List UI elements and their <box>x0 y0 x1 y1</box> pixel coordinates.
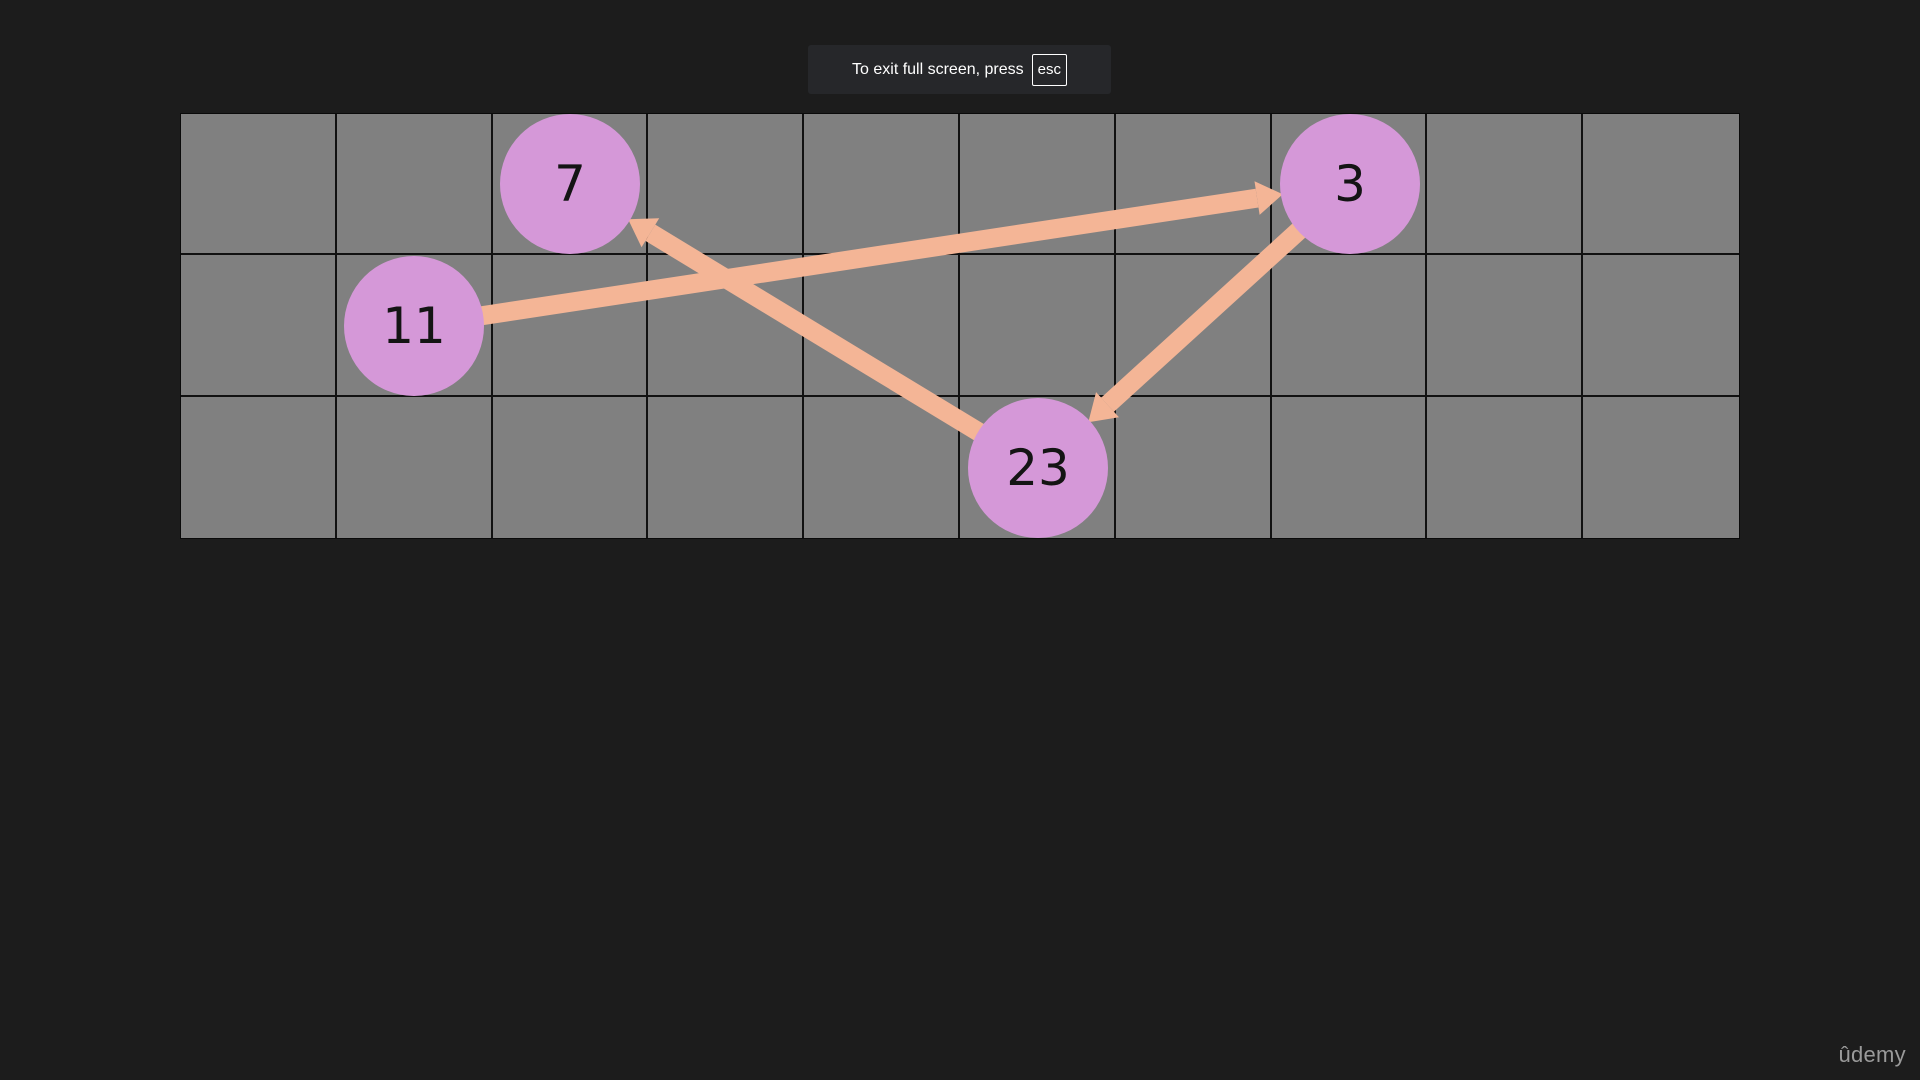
grid-cell <box>337 396 493 538</box>
node-11: 11 <box>344 256 484 396</box>
grid-cell <box>493 396 649 538</box>
fullscreen-exit-banner: To exit full screen, press esc <box>808 45 1111 94</box>
node-3: 3 <box>1280 114 1420 254</box>
grid-cell <box>648 396 805 538</box>
node-label: 23 <box>1006 439 1070 497</box>
grid-cell <box>1272 396 1428 538</box>
grid-cell <box>1427 255 1584 397</box>
node-label: 3 <box>1334 155 1366 213</box>
grid-cell <box>1583 397 1739 538</box>
node-7: 7 <box>500 114 640 254</box>
grid-cell <box>648 255 805 397</box>
grid-cell <box>492 255 649 397</box>
grid-cell <box>1115 114 1272 256</box>
grid-cell <box>804 114 960 256</box>
grid-cell <box>960 114 1116 256</box>
grid-cell <box>804 255 960 397</box>
esc-key-badge: esc <box>1031 53 1067 86</box>
grid-cell <box>1427 114 1584 256</box>
fullscreen-exit-message: To exit full screen, press <box>852 60 1024 78</box>
grid-cell <box>1115 255 1272 397</box>
grid-cell <box>1583 255 1739 397</box>
udemy-logo: ûdemy <box>1838 1042 1906 1067</box>
grid-cell <box>1116 396 1272 538</box>
grid-cell <box>804 396 960 538</box>
node-label: 7 <box>554 155 586 213</box>
grid-cell <box>960 255 1116 397</box>
grid-cell <box>181 396 337 538</box>
grid-cell <box>181 255 337 397</box>
grid-cell <box>1271 255 1428 397</box>
grid-cell <box>181 114 337 256</box>
node-label: 11 <box>382 297 446 355</box>
grid-cell <box>648 114 805 256</box>
grid-cell <box>336 114 493 256</box>
grid-cell <box>1583 114 1739 256</box>
grid-cell <box>1427 396 1584 538</box>
node-23: 23 <box>968 398 1108 538</box>
